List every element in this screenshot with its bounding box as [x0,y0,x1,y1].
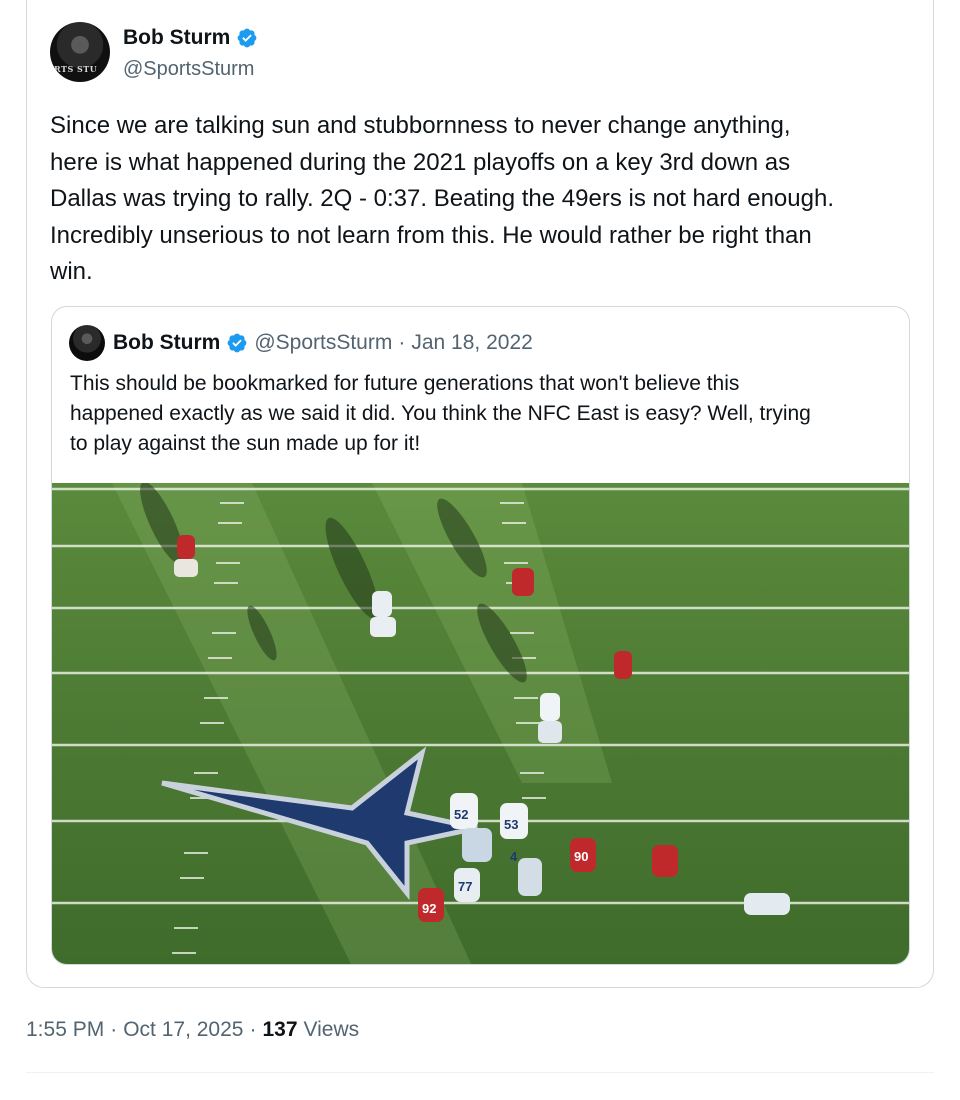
avatar-logo-text: RTS STU [54,64,98,74]
views-count: 137 [262,1018,298,1041]
quoted-author-handle: @SportsSturm [254,331,393,354]
separator-dot: · [249,1018,257,1041]
jersey-number: 52 [454,807,468,822]
quoted-tweet-text: This should be bookmarked for future gen… [70,372,811,455]
tweet-body-text: Since we are talking sun and stubbornnes… [50,112,834,285]
quoted-tweet-date: Jan 18, 2022 [411,331,533,354]
author-name-row: Bob Sturm [123,26,258,50]
separator-dot: · [398,331,406,354]
verified-badge-icon [227,333,247,353]
tweet-time[interactable]: 1:55 PM [26,1018,104,1042]
divider [26,1072,934,1073]
quoted-tweet-image[interactable]: 52 53 4 77 92 90 [52,483,909,964]
jersey-number: 77 [458,879,472,894]
jersey-number: 90 [574,849,588,864]
quoted-tweet-header: Bob Sturm @SportsSturm · Jan 18, 2022 [113,331,533,355]
author-avatar[interactable]: RTS STU [50,22,110,82]
author-display-name[interactable]: Bob Sturm [123,26,230,50]
football-field-image: 52 53 4 77 92 90 [52,483,909,964]
tweet-meta: 1:55 PM · Oct 17, 2025 · 137 Views [26,1018,359,1042]
quoted-tweet[interactable]: Bob Sturm @SportsSturm · Jan 18, 2022 Th… [51,306,910,965]
jersey-number: 4 [510,849,518,864]
quoted-author-name: Bob Sturm [113,331,221,354]
quoted-author-avatar [69,325,105,361]
jersey-number: 92 [422,901,436,916]
separator-dot: · [110,1018,118,1041]
tweet-date[interactable]: Oct 17, 2025 [123,1018,243,1042]
jersey-number: 53 [504,817,518,832]
views-label: Views [303,1018,360,1041]
author-handle[interactable]: @SportsSturm [123,58,254,81]
verified-badge-icon[interactable] [236,27,258,49]
